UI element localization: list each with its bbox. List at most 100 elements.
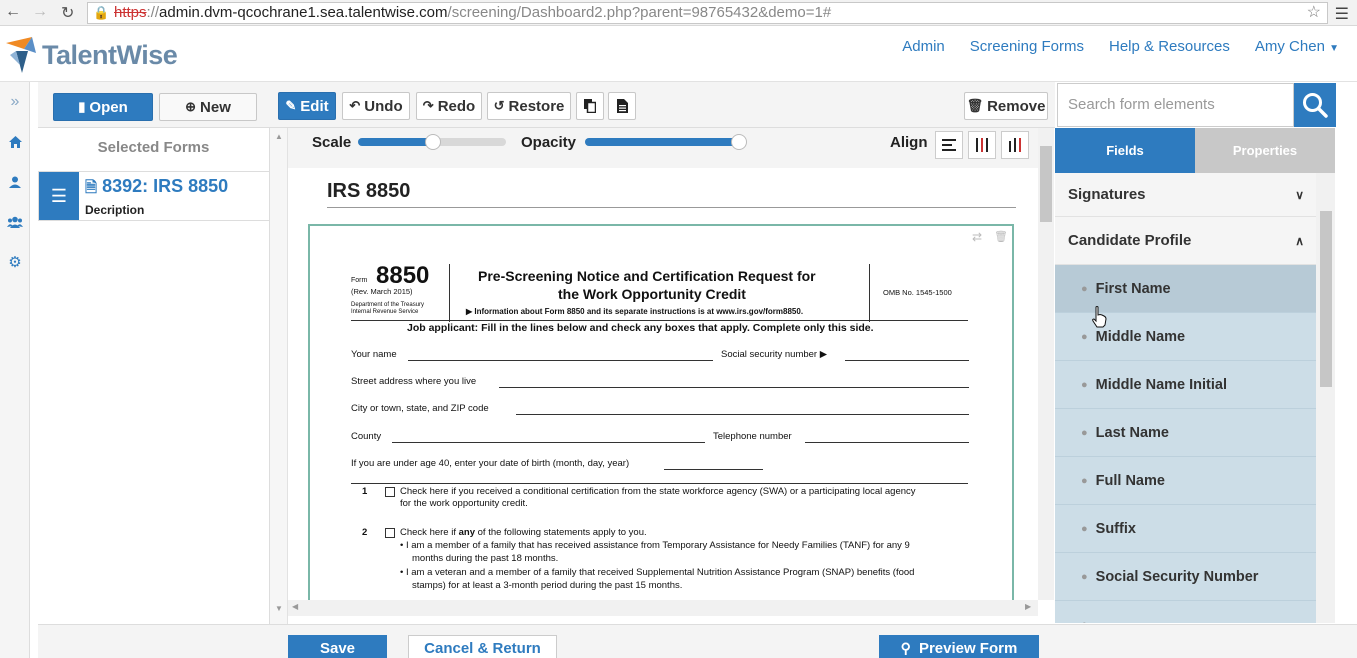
new-button[interactable]: ⊕ New: [159, 93, 257, 121]
nav-link-help[interactable]: Help & Resources: [1109, 38, 1230, 55]
doc-your-name: Your name: [351, 349, 397, 360]
canvas-vertical-thumb[interactable]: [1040, 146, 1052, 222]
cancel-return-button[interactable]: Cancel & Return: [408, 635, 557, 658]
street-line[interactable]: [499, 387, 969, 388]
save-button[interactable]: Save: [288, 635, 387, 658]
nav-link-admin[interactable]: Admin: [902, 38, 945, 55]
scale-slider[interactable]: [358, 134, 506, 150]
selected-form-item[interactable]: ☰ 🗎 8392: IRS 8850 Decription: [38, 171, 270, 221]
tab-fields[interactable]: Fields: [1055, 128, 1195, 173]
right-panel-tabs: Fields Properties: [1055, 128, 1335, 173]
align-label: Align: [890, 134, 928, 151]
fields-scroll-thumb[interactable]: [1320, 211, 1332, 387]
scroll-right-icon[interactable]: ▶: [1025, 602, 1031, 611]
hand-cursor-icon: [1092, 306, 1107, 328]
tab-properties[interactable]: Properties: [1195, 128, 1335, 173]
name-line[interactable]: [408, 360, 713, 361]
item1-checkbox[interactable]: [385, 487, 395, 497]
person-icon: ●: [1081, 522, 1088, 535]
doc-rev: (Rev. March 2015): [351, 287, 413, 296]
copy-button[interactable]: [576, 92, 604, 120]
home-icon[interactable]: [0, 122, 30, 162]
person-icon: ●: [1081, 426, 1088, 439]
top-nav: Admin Screening Forms Help & Resources A…: [902, 38, 1339, 55]
preview-form-button[interactable]: ⚲ Preview Form: [879, 635, 1039, 658]
plus-circle-icon: ⊕: [185, 99, 197, 114]
address-bar[interactable]: 🔒 https://admin.dvm-qcochrane1.sea.talen…: [87, 2, 1328, 24]
remove-button[interactable]: 🗑 Remove: [964, 92, 1048, 120]
irs-8850-document[interactable]: ⇄ 🗑 Form 8850 (Rev. March 2015) Departme…: [308, 224, 1014, 600]
doc-job-line: Job applicant: Fill in the lines below a…: [407, 322, 874, 334]
doc-bullet2-line1: • I am a veteran and a member of a famil…: [400, 567, 915, 578]
section-signatures[interactable]: Signatures ∨: [1055, 173, 1316, 217]
search-icon: [1303, 93, 1328, 118]
talentwise-logo[interactable]: TalentWise: [2, 33, 178, 77]
user-menu[interactable]: Amy Chen ▼: [1255, 38, 1339, 55]
doc-street: Street address where you live: [351, 376, 477, 387]
opacity-knob[interactable]: [730, 134, 747, 150]
fields-scrollbar[interactable]: [1316, 173, 1335, 623]
back-arrow-icon[interactable]: ←: [5, 3, 21, 21]
scale-knob[interactable]: [425, 134, 442, 150]
bookmark-star-icon[interactable]: ☆: [1307, 3, 1321, 23]
user-icon[interactable]: [0, 162, 30, 202]
browser-menu-icon[interactable]: ☰: [1335, 4, 1349, 24]
undo-button[interactable]: ↶ Undo: [342, 92, 410, 120]
scroll-down-icon[interactable]: ▼: [275, 604, 283, 613]
doc-item1-num: 1: [362, 486, 368, 497]
edit-button[interactable]: ✎ Edit: [278, 92, 336, 120]
reload-icon[interactable]: ↻: [61, 3, 74, 23]
opacity-fill: [585, 138, 739, 146]
canvas-vertical-scrollbar[interactable]: [1038, 128, 1054, 600]
url-scheme: https: [114, 4, 147, 21]
nav-link-screening-forms[interactable]: Screening Forms: [970, 38, 1084, 55]
selected-form-name: 8392: IRS 8850: [102, 176, 229, 196]
users-group-icon[interactable]: [0, 202, 30, 242]
expand-rail-icon[interactable]: »: [0, 82, 30, 122]
opacity-slider[interactable]: [585, 134, 747, 150]
city-line[interactable]: [516, 414, 969, 415]
field-last-name[interactable]: ● Last Name: [1055, 409, 1316, 457]
redo-button[interactable]: ↷ Redo: [416, 92, 482, 120]
edit-icon: ✎: [285, 98, 297, 113]
restore-button[interactable]: ↺ Restore: [487, 92, 571, 120]
caret-down-icon: ▼: [1329, 43, 1339, 54]
search-input[interactable]: Search form elements: [1057, 83, 1294, 127]
list-handle-icon[interactable]: ☰: [39, 172, 79, 220]
field-suffix[interactable]: ● Suffix: [1055, 505, 1316, 553]
telephone-line[interactable]: [805, 442, 969, 443]
canvas-horizontal-scrollbar[interactable]: ◀ ▶: [288, 600, 1038, 616]
doc-county: County: [351, 431, 382, 442]
align-center-button[interactable]: [968, 131, 996, 159]
section-candidate-profile[interactable]: Candidate Profile ∧: [1055, 217, 1316, 265]
doc-item2-text: Check here if any of the following state…: [400, 527, 647, 538]
field-social-security-number[interactable]: ● Social Security Number: [1055, 553, 1316, 601]
broken-lock-icon: 🔒: [93, 5, 110, 20]
field-middle-name-initial[interactable]: ● Middle Name Initial: [1055, 361, 1316, 409]
delete-icon[interactable]: 🗑: [994, 230, 1008, 243]
doc-heading-line1: Pre-Screening Notice and Certification R…: [478, 268, 816, 284]
item2-checkbox[interactable]: [385, 528, 395, 538]
person-icon: ●: [1081, 330, 1088, 343]
document-button[interactable]: [608, 92, 636, 120]
logo-mark-icon: [6, 37, 36, 73]
align-right-button[interactable]: [1001, 131, 1029, 159]
doc-heading-line2: the Work Opportunity Credit: [558, 286, 746, 302]
swap-icon[interactable]: ⇄: [972, 230, 982, 244]
scroll-left-icon[interactable]: ◀: [292, 602, 298, 611]
field-full-name[interactable]: ● Full Name: [1055, 457, 1316, 505]
trash-icon: 🗑: [966, 98, 984, 113]
field-partial[interactable]: ●: [1055, 601, 1316, 623]
align-left-button[interactable]: [935, 131, 963, 159]
dob-line[interactable]: [664, 469, 763, 470]
search-button[interactable]: [1294, 83, 1336, 127]
restore-icon: ↺: [493, 98, 505, 113]
forward-arrow-icon[interactable]: →: [32, 3, 48, 21]
gear-icon[interactable]: ⚙: [0, 242, 30, 282]
person-icon: ●: [1081, 378, 1088, 391]
ssn-line[interactable]: [845, 360, 969, 361]
panel-splitter[interactable]: ▲ ▼: [270, 128, 288, 624]
scroll-up-icon[interactable]: ▲: [275, 132, 283, 141]
county-line[interactable]: [392, 442, 705, 443]
open-button[interactable]: ▮ Open: [53, 93, 153, 121]
